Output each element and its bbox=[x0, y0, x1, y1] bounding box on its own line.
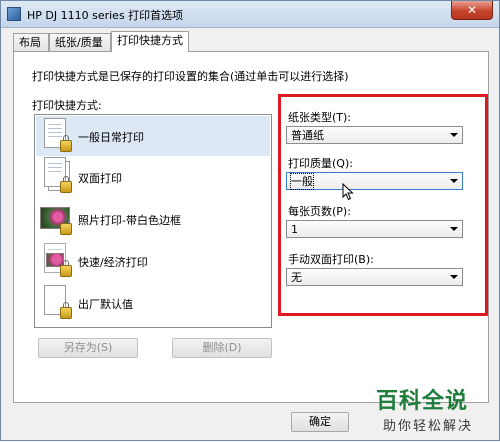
shortcut-label: 双面打印 bbox=[78, 172, 122, 185]
pages-per-sheet-select[interactable]: 1 bbox=[286, 220, 463, 238]
shortcut-duplex-printing[interactable]: 双面打印 bbox=[36, 157, 270, 197]
pages-per-sheet-value: 1 bbox=[291, 223, 298, 236]
close-button[interactable]: ✕ bbox=[451, 1, 493, 20]
shortcut-factory-defaults[interactable]: 出厂默认值 bbox=[36, 283, 270, 323]
default-document-lock-icon bbox=[40, 285, 74, 321]
photo-lock-icon bbox=[40, 201, 74, 237]
chevron-down-icon bbox=[450, 227, 458, 231]
window-title: HP DJ 1110 series 打印首选项 bbox=[27, 9, 184, 22]
shortcut-label: 出厂默认值 bbox=[78, 298, 133, 311]
chevron-down-icon bbox=[450, 275, 458, 279]
document-lock-icon bbox=[40, 118, 74, 154]
printer-app-icon bbox=[7, 7, 21, 21]
printing-preferences-window: HP DJ 1110 series 打印首选项 ✕ 布局 纸张/质量 打印快捷方… bbox=[0, 0, 500, 441]
shortcut-everyday-printing[interactable]: 一般日常打印 bbox=[36, 116, 270, 156]
paper-type-select[interactable]: 普通纸 bbox=[286, 126, 463, 144]
watermark-subtitle: 助你轻松解决 bbox=[383, 419, 474, 434]
delete-button[interactable]: 删除(D) bbox=[172, 338, 272, 358]
fast-economy-lock-icon bbox=[40, 243, 74, 279]
tab-printing-shortcuts[interactable]: 打印快捷方式 bbox=[111, 31, 189, 52]
watermark-logo: 百科全说 助你轻松解决 bbox=[361, 381, 500, 442]
title-bar[interactable]: HP DJ 1110 series 打印首选项 ✕ bbox=[1, 1, 499, 28]
shortcut-label: 照片打印-带白色边框 bbox=[78, 214, 181, 227]
tab-paper-quality[interactable]: 纸张/质量 bbox=[49, 33, 111, 51]
paper-type-label: 纸张类型(T): bbox=[288, 111, 352, 124]
print-quality-label: 打印质量(Q): bbox=[288, 157, 353, 170]
duplex-document-lock-icon bbox=[40, 157, 74, 195]
shortcut-label: 一般日常打印 bbox=[78, 131, 144, 144]
chevron-down-icon bbox=[450, 179, 458, 183]
ok-button[interactable]: 确定 bbox=[291, 412, 349, 432]
shortcuts-list[interactable]: 一般日常打印 双面打印 照片打印-带白色边框 快速/经济打印 出厂默认值 bbox=[34, 114, 272, 328]
tab-layout[interactable]: 布局 bbox=[13, 33, 49, 51]
mouse-cursor-icon bbox=[342, 183, 354, 201]
shortcut-fast-economy-printing[interactable]: 快速/经济打印 bbox=[36, 241, 270, 281]
save-as-button[interactable]: 另存为(S) bbox=[38, 338, 138, 358]
watermark-title: 百科全说 bbox=[376, 389, 469, 414]
paper-type-value: 普通纸 bbox=[291, 129, 324, 142]
pages-per-sheet-label: 每张页数(P): bbox=[288, 205, 351, 218]
shortcuts-list-label: 打印快捷方式: bbox=[32, 99, 102, 112]
shortcuts-description: 打印快捷方式是已保存的打印设置的集合(通过单击可以进行选择) bbox=[32, 70, 349, 83]
manual-duplex-select[interactable]: 无 bbox=[286, 268, 463, 286]
manual-duplex-label: 手动双面打印(B): bbox=[288, 253, 374, 266]
manual-duplex-value: 无 bbox=[291, 271, 302, 284]
shortcut-label: 快速/经济打印 bbox=[78, 256, 148, 269]
print-quality-select[interactable]: 一般 bbox=[286, 172, 463, 190]
print-quality-value: 一般 bbox=[290, 173, 314, 190]
shortcut-photo-printing[interactable]: 照片打印-带白色边框 bbox=[36, 199, 270, 239]
chevron-down-icon bbox=[450, 133, 458, 137]
